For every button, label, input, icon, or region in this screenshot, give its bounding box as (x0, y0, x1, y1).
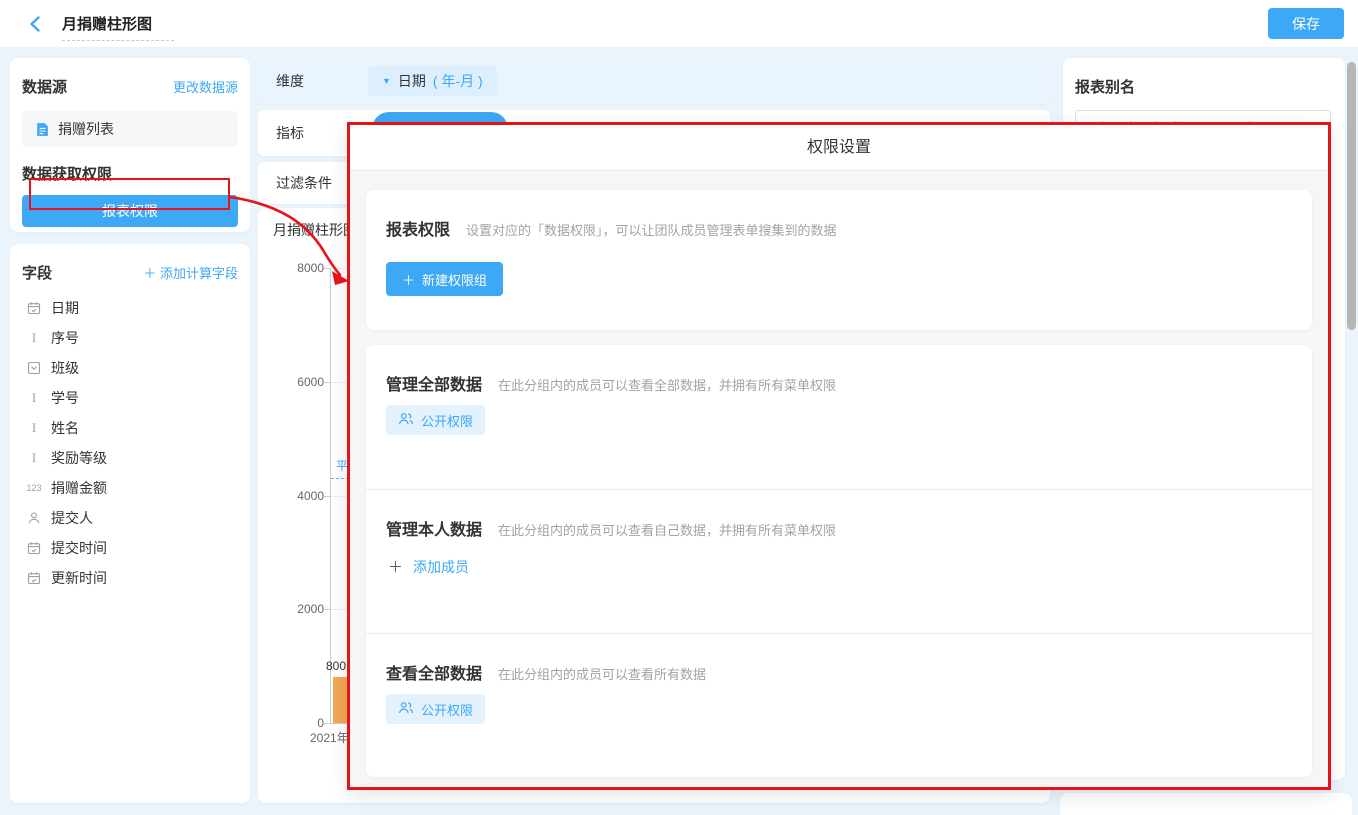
report-permission-card: 报表权限 设置对应的「数据权限」，可以让团队成员管理表单搜集到的数据 ＋ 新建权… (366, 190, 1312, 330)
section-title: 报表权限 (386, 216, 450, 240)
bar-value-label: 800 (326, 659, 346, 673)
field-label: 序号 (51, 328, 79, 348)
button-label: 新建权限组 (422, 270, 487, 289)
y-axis-tick: 8000 (264, 261, 324, 275)
field-item[interactable]: 提交人 (26, 503, 238, 533)
field-label: 提交时间 (51, 538, 107, 558)
report-permission-button[interactable]: 报表权限 (22, 195, 238, 227)
text-icon: I (26, 420, 42, 436)
calendar-icon (26, 541, 42, 555)
field-label: 日期 (51, 298, 79, 318)
add-calc-field-link[interactable]: ＋ 添加计算字段 (143, 263, 238, 282)
plus-icon: ＋ (402, 270, 415, 289)
report-alias-title: 报表别名 (1075, 76, 1333, 97)
topbar: 月捐赠柱形图 保存 (0, 0, 1358, 48)
new-permission-group-button[interactable]: ＋ 新建权限组 (386, 262, 503, 296)
person-icon (26, 511, 42, 525)
permission-groups-card: 管理全部数据 在此分组内的成员可以查看全部数据，并拥有所有菜单权限 公开权限 管… (366, 345, 1312, 777)
section-title: 查看全部数据 (386, 660, 482, 684)
dimension-label: 维度 (276, 58, 304, 104)
public-permission-chip[interactable]: 公开权限 (386, 405, 485, 435)
filter-label: 过滤条件 (276, 162, 332, 204)
field-label: 捐赠金额 (51, 478, 107, 498)
field-item[interactable]: 日期 (26, 293, 238, 323)
chart-title: 月捐赠柱形图 (273, 220, 357, 240)
field-item[interactable]: I 奖励等级 (26, 443, 238, 473)
y-axis-tick: 4000 (264, 489, 324, 503)
number-icon: 123 (26, 483, 42, 493)
dimension-tag[interactable]: ▼ 日期 ( 年-月 ) (368, 66, 497, 96)
manage-own-data-section: 管理本人数据 在此分组内的成员可以查看自己数据，并拥有所有菜单权限 ＋ 添加成员 (366, 489, 1312, 633)
text-icon: I (26, 450, 42, 466)
calendar-icon (26, 571, 42, 585)
section-title: 管理全部数据 (386, 371, 482, 395)
modal-title: 权限设置 (350, 125, 1328, 171)
back-icon[interactable] (26, 14, 46, 34)
section-desc: 在此分组内的成员可以查看全部数据，并拥有所有菜单权限 (498, 375, 836, 394)
field-label: 姓名 (51, 418, 79, 438)
permission-settings-modal: 权限设置 报表权限 设置对应的「数据权限」，可以让团队成员管理表单搜集到的数据 … (347, 122, 1331, 790)
change-datasource-link[interactable]: 更改数据源 (173, 77, 238, 96)
scrollbar-thumb[interactable] (1347, 62, 1356, 330)
chip-label: 公开权限 (421, 700, 473, 719)
public-permission-chip[interactable]: 公开权限 (386, 694, 485, 724)
people-icon (398, 411, 414, 430)
field-item[interactable]: I 序号 (26, 323, 238, 353)
y-axis-tick: 2000 (264, 602, 324, 616)
select-icon (26, 361, 42, 375)
section-title: 管理本人数据 (386, 516, 482, 540)
field-label: 更新时间 (51, 568, 107, 588)
dimension-row: 维度 ▼ 日期 ( 年-月 ) (258, 58, 1050, 104)
fields-title: 字段 (22, 262, 52, 283)
x-axis-tick-label: 2021年 (310, 729, 349, 746)
y-axis-tick: 6000 (264, 375, 324, 389)
dimension-tag-name: 日期 (398, 71, 426, 91)
page-title[interactable]: 月捐赠柱形图 (62, 13, 174, 41)
datasource-item-label: 捐赠列表 (58, 119, 114, 139)
people-icon (398, 700, 414, 719)
manage-all-data-section: 管理全部数据 在此分组内的成员可以查看全部数据，并拥有所有菜单权限 公开权限 (366, 345, 1312, 489)
document-icon (34, 122, 50, 137)
datasource-title: 数据源 (22, 76, 67, 97)
text-icon: I (26, 330, 42, 346)
plus-icon: ＋ (388, 556, 403, 577)
field-item[interactable]: 提交时间 (26, 533, 238, 563)
section-desc: 在此分组内的成员可以查看自己数据，并拥有所有菜单权限 (498, 520, 836, 539)
fields-panel: 字段 ＋ 添加计算字段 日期 I 序号 班级 I 学号 I 姓名 (10, 244, 250, 803)
dimension-tag-suffix: ( 年-月 ) (433, 71, 483, 91)
field-label: 班级 (51, 358, 79, 378)
indicator-label: 指标 (276, 110, 304, 156)
field-item[interactable]: 更新时间 (26, 563, 238, 593)
report-editor-page: 月捐赠柱形图 保存 数据源 更改数据源 捐赠列表 数据获取权限 报表权限 字段 … (0, 0, 1358, 815)
link-label: 添加成员 (413, 557, 469, 577)
bottom-right-panel (1060, 793, 1352, 815)
calendar-icon (26, 301, 42, 315)
datasource-panel: 数据源 更改数据源 捐赠列表 数据获取权限 报表权限 (10, 58, 250, 232)
access-permission-title: 数据获取权限 (22, 163, 238, 184)
add-member-link[interactable]: ＋ 添加成员 (388, 556, 469, 577)
field-list: 日期 I 序号 班级 I 学号 I 姓名 I 奖励等级 (22, 293, 238, 593)
y-axis-line (330, 268, 331, 723)
text-icon: I (26, 390, 42, 406)
section-desc: 在此分组内的成员可以查看所有数据 (498, 664, 706, 683)
chip-label: 公开权限 (421, 411, 473, 430)
view-all-data-section: 查看全部数据 在此分组内的成员可以查看所有数据 公开权限 (366, 633, 1312, 777)
section-desc: 设置对应的「数据权限」，可以让团队成员管理表单搜集到的数据 (466, 220, 837, 239)
field-label: 奖励等级 (51, 448, 107, 468)
field-label: 学号 (51, 388, 79, 408)
field-item[interactable]: I 姓名 (26, 413, 238, 443)
save-button[interactable]: 保存 (1268, 8, 1344, 39)
field-label: 提交人 (51, 508, 93, 528)
field-item[interactable]: 123 捐赠金额 (26, 473, 238, 503)
y-axis-tick: 0 (264, 716, 324, 730)
datasource-item[interactable]: 捐赠列表 (22, 111, 238, 147)
caret-down-icon: ▼ (382, 76, 391, 86)
field-item[interactable]: I 学号 (26, 383, 238, 413)
field-item[interactable]: 班级 (26, 353, 238, 383)
